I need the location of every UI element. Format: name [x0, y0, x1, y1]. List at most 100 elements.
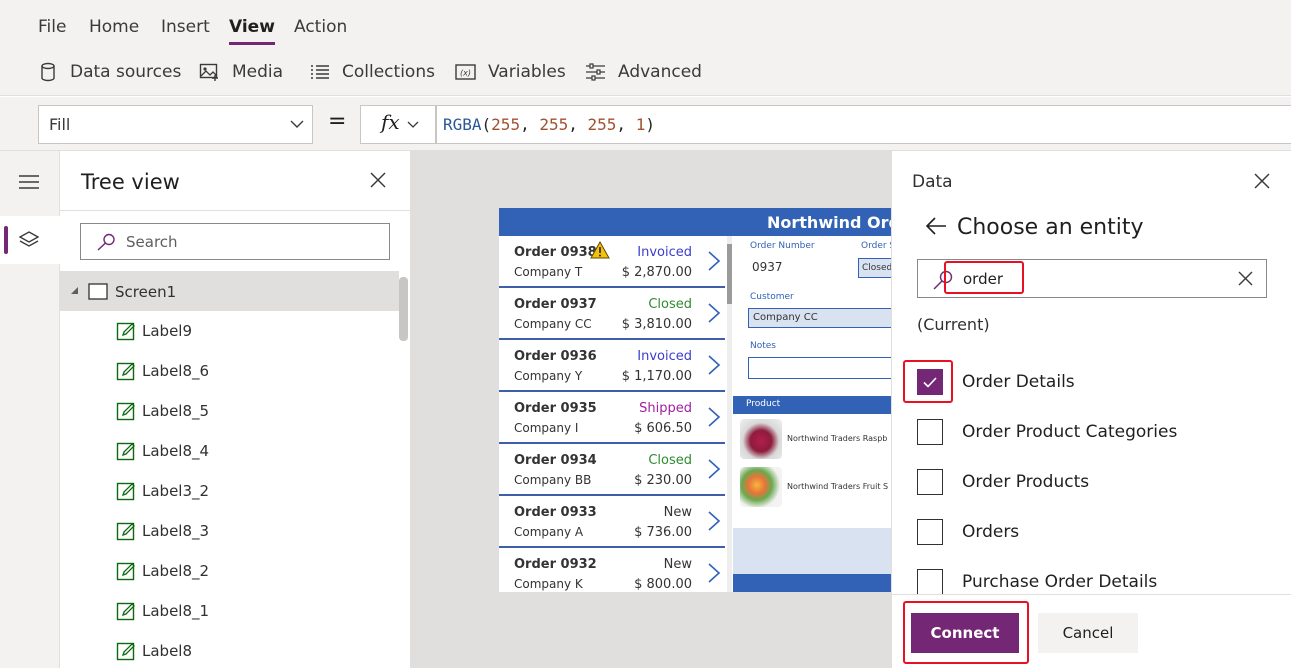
order-amount: $ 1,170.00	[621, 369, 692, 384]
design-canvas: Northwind Ord Order 0938 Company T Invoi…	[411, 151, 909, 668]
entity-label: Purchase Order Details	[962, 572, 1158, 592]
tree-view-rail-button[interactable]	[0, 216, 60, 264]
formula-close-paren: )	[645, 115, 655, 134]
checkbox[interactable]	[917, 469, 943, 495]
app-title: Northwind Ord	[767, 213, 900, 232]
order-row[interactable]: Order 0938 Company T Invoiced $ 2,870.00	[499, 236, 725, 288]
label-edit-icon	[116, 522, 135, 541]
entity-order-products[interactable]: Order Products	[917, 467, 1089, 497]
tree-search-input[interactable]: Search	[80, 223, 390, 260]
warning-icon	[590, 241, 610, 259]
media-button[interactable]: Media	[199, 61, 283, 83]
chevron-right-icon[interactable]	[707, 406, 721, 428]
menu-file[interactable]: File	[38, 17, 66, 37]
tree-scrollbar[interactable]	[399, 277, 408, 341]
tree-node-label8[interactable]: Label8	[116, 631, 192, 668]
cancel-button[interactable]: Cancel	[1038, 613, 1138, 653]
advanced-button[interactable]: Advanced	[585, 61, 702, 83]
equals-sign: =	[328, 109, 347, 134]
tree-node-label8-1[interactable]: Label8_1	[116, 591, 209, 631]
order-amount: $ 606.50	[634, 421, 692, 436]
product-name: Northwind Traders Fruit S	[787, 482, 889, 491]
order-number: Order 0934	[514, 453, 597, 468]
entity-label: Orders	[962, 522, 1020, 542]
back-arrow-icon[interactable]	[926, 217, 946, 235]
entity-order-product-categories[interactable]: Order Product Categories	[917, 417, 1177, 447]
chevron-right-icon[interactable]	[707, 510, 721, 532]
variable-icon: (x)	[455, 64, 476, 80]
order-number: Order 0932	[514, 557, 597, 572]
clear-icon[interactable]	[1238, 271, 1253, 286]
property-dropdown[interactable]: Fill	[38, 105, 313, 144]
tree-node-label8-5[interactable]: Label8_5	[116, 391, 209, 431]
order-number: Order 0935	[514, 401, 597, 416]
close-icon[interactable]	[369, 171, 387, 189]
formula-open-paren: (	[481, 115, 492, 134]
close-icon[interactable]	[1254, 173, 1270, 189]
data-sources-button[interactable]: Data sources	[38, 61, 181, 83]
chevron-right-icon[interactable]	[707, 250, 721, 272]
chevron-right-icon[interactable]	[707, 562, 721, 584]
tree-node-label8-6[interactable]: Label8_6	[116, 351, 209, 391]
tree-node-label: Label9	[142, 322, 193, 340]
order-status: New	[663, 505, 692, 520]
label-edit-icon	[116, 362, 135, 381]
order-status: Closed	[648, 297, 692, 312]
order-status-value: Closed	[862, 263, 893, 273]
hamburger-menu-icon[interactable]	[19, 175, 39, 189]
search-highlight-box	[944, 261, 1024, 294]
order-row[interactable]: Order 0935 Company I Shipped $ 606.50	[499, 392, 725, 444]
order-row[interactable]: Order 0932 Company K New $ 800.00	[499, 548, 725, 592]
tree-node-label: Label8_6	[142, 362, 210, 380]
order-row[interactable]: Order 0934 Company BB Closed $ 230.00	[499, 444, 725, 496]
ribbon-toolbar: Data sources Media Collections (x) Varia…	[0, 48, 1291, 96]
order-row[interactable]: Order 0936 Company Y Invoiced $ 1,170.00	[499, 340, 725, 392]
tree-node-label3-2[interactable]: Label3_2	[116, 471, 209, 511]
customer-combobox[interactable]: Company CC	[748, 308, 898, 328]
collapse-triangle-icon[interactable]	[70, 286, 79, 295]
tree-view-title: Tree view	[81, 170, 180, 194]
svg-text:(x): (x)	[460, 69, 471, 78]
app-preview[interactable]: Northwind Ord Order 0938 Company T Invoi…	[499, 208, 909, 592]
gallery-scroll-thumb[interactable]	[727, 244, 732, 304]
order-number: Order 0936	[514, 349, 597, 364]
data-sources-label: Data sources	[70, 62, 182, 82]
tree-view-panel: Tree view Search Screen1 Label9 Label8_6…	[60, 151, 411, 668]
formula-separator: ,	[568, 115, 588, 134]
collections-button[interactable]: Collections	[310, 61, 435, 83]
entity-purchase-order-details[interactable]: Purchase Order Details	[917, 567, 1157, 597]
order-row[interactable]: Order 0933 Company A New $ 736.00	[499, 496, 725, 548]
order-row[interactable]: Order 0937 Company CC Closed $ 3,810.00	[499, 288, 725, 340]
tree-node-label8-4[interactable]: Label8_4	[116, 431, 209, 471]
product-image	[740, 467, 782, 507]
order-number: Order 0933	[514, 505, 597, 520]
tree-node-label9[interactable]: Label9	[116, 311, 192, 351]
menu-view[interactable]: View	[229, 17, 275, 45]
checkbox[interactable]	[917, 519, 943, 545]
order-number: Order 0937	[514, 297, 597, 312]
tree-node-label8-2[interactable]: Label8_2	[116, 551, 209, 591]
formula-bar: Fill = fx RGBA(255, 255, 255, 1)	[0, 97, 1291, 151]
order-amount: $ 736.00	[634, 525, 692, 540]
menu-home[interactable]: Home	[89, 17, 139, 37]
tree-node-label8-3[interactable]: Label8_3	[116, 511, 209, 551]
menu-insert[interactable]: Insert	[161, 17, 210, 37]
property-value: Fill	[49, 115, 71, 134]
checkbox[interactable]	[917, 419, 943, 445]
fx-button[interactable]: fx	[360, 105, 436, 144]
formula-arg-b: 255	[587, 115, 617, 134]
chevron-right-icon[interactable]	[707, 302, 721, 324]
tree-node-screen1[interactable]: Screen1	[60, 271, 399, 311]
formula-input[interactable]: RGBA(255, 255, 255, 1)	[436, 105, 1291, 144]
notes-input[interactable]	[748, 357, 898, 379]
variables-button[interactable]: (x) Variables	[455, 61, 566, 83]
order-amount: $ 2,870.00	[621, 265, 692, 280]
chevron-right-icon[interactable]	[707, 354, 721, 376]
order-amount: $ 800.00	[634, 577, 692, 592]
chevron-right-icon[interactable]	[707, 458, 721, 480]
entity-orders[interactable]: Orders	[917, 517, 1019, 547]
menu-action[interactable]: Action	[294, 17, 347, 37]
active-indicator	[4, 226, 8, 254]
checkbox[interactable]	[917, 569, 943, 595]
tree-node-label: Label8_1	[142, 602, 210, 620]
